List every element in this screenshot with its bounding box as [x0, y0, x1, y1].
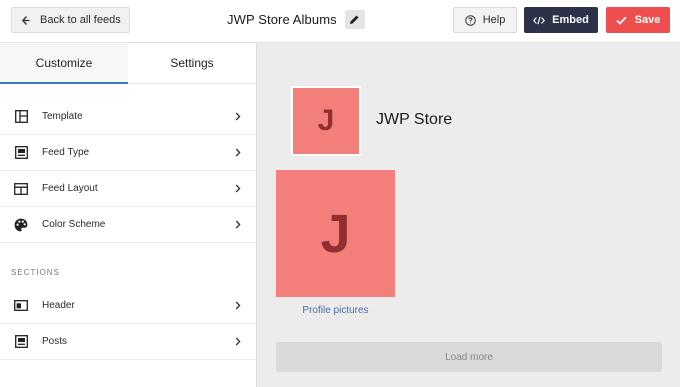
posts-icon — [14, 335, 28, 349]
tab-settings-label: Settings — [170, 56, 214, 70]
sidebar-item-template[interactable]: Template — [0, 99, 256, 135]
sidebar-item-label: Feed Layout — [42, 183, 98, 194]
customize-menu: Template Feed Type Feed Layout Color Sch… — [0, 99, 256, 243]
tab-settings[interactable]: Settings — [128, 43, 256, 83]
store-name: JWP Store — [376, 111, 453, 128]
chevron-right-icon — [235, 301, 241, 310]
help-button[interactable]: Help — [453, 7, 517, 33]
sidebar-item-label: Feed Type — [42, 147, 90, 158]
help-label: Help — [482, 14, 506, 26]
edit-title-button[interactable] — [344, 10, 365, 29]
feed-title-group: JWP Store Albums — [227, 10, 365, 29]
tab-customize-label: Customize — [35, 56, 93, 70]
feed-title: JWP Store Albums — [227, 12, 337, 27]
sidebar-tabs: Customize Settings — [0, 43, 256, 84]
help-circle-icon — [464, 14, 476, 26]
save-label: Save — [634, 14, 661, 26]
palette-icon — [14, 218, 28, 232]
chevron-right-icon — [235, 184, 241, 193]
load-more-label: Load more — [445, 351, 493, 363]
sidebar-item-feed-type[interactable]: Feed Type — [0, 135, 256, 171]
pencil-icon — [350, 15, 359, 24]
chevron-right-icon — [235, 112, 241, 121]
chevron-right-icon — [235, 337, 241, 346]
embed-label: Embed — [552, 14, 589, 26]
arrow-left-icon — [22, 15, 30, 25]
top-bar: Back to all feeds JWP Store Albums Help … — [0, 0, 680, 43]
sidebar-item-feed-layout[interactable]: Feed Layout — [0, 171, 256, 207]
feed-type-icon — [14, 146, 28, 160]
tab-customize[interactable]: Customize — [0, 43, 128, 84]
avatar-letter: J — [317, 104, 335, 137]
sidebar-item-label: Posts — [42, 336, 68, 347]
back-label: Back to all feeds — [40, 14, 121, 26]
sidebar-item-header[interactable]: Header — [0, 288, 256, 324]
feed-layout-icon — [14, 182, 28, 196]
code-icon — [533, 16, 546, 24]
post-thumbnail-letter: J — [320, 203, 351, 264]
post-caption-link[interactable]: Profile pictures — [276, 305, 395, 316]
back-to-feeds-button[interactable]: Back to all feeds — [11, 7, 130, 33]
embed-button[interactable]: Embed — [524, 7, 598, 33]
customizer-sidebar: Customize Settings Template Feed Type Fe… — [0, 43, 257, 387]
sections-heading: SECTIONS — [11, 268, 60, 277]
sidebar-item-label: Header — [42, 300, 75, 311]
template-icon — [14, 110, 28, 124]
save-button[interactable]: Save — [606, 7, 670, 33]
sidebar-item-label: Color Scheme — [42, 219, 106, 230]
sidebar-item-label: Template — [42, 111, 83, 122]
sidebar-item-posts[interactable]: Posts — [0, 324, 256, 360]
sidebar-item-color-scheme[interactable]: Color Scheme — [0, 207, 256, 243]
post-thumbnail[interactable]: J — [276, 170, 395, 297]
avatar: J — [291, 86, 361, 156]
sections-menu: Header Posts — [0, 288, 256, 360]
load-more-button[interactable]: Load more — [276, 342, 662, 372]
header-icon — [14, 299, 28, 313]
checkmark-icon — [616, 16, 627, 25]
chevron-right-icon — [235, 148, 241, 157]
chevron-right-icon — [235, 220, 241, 229]
